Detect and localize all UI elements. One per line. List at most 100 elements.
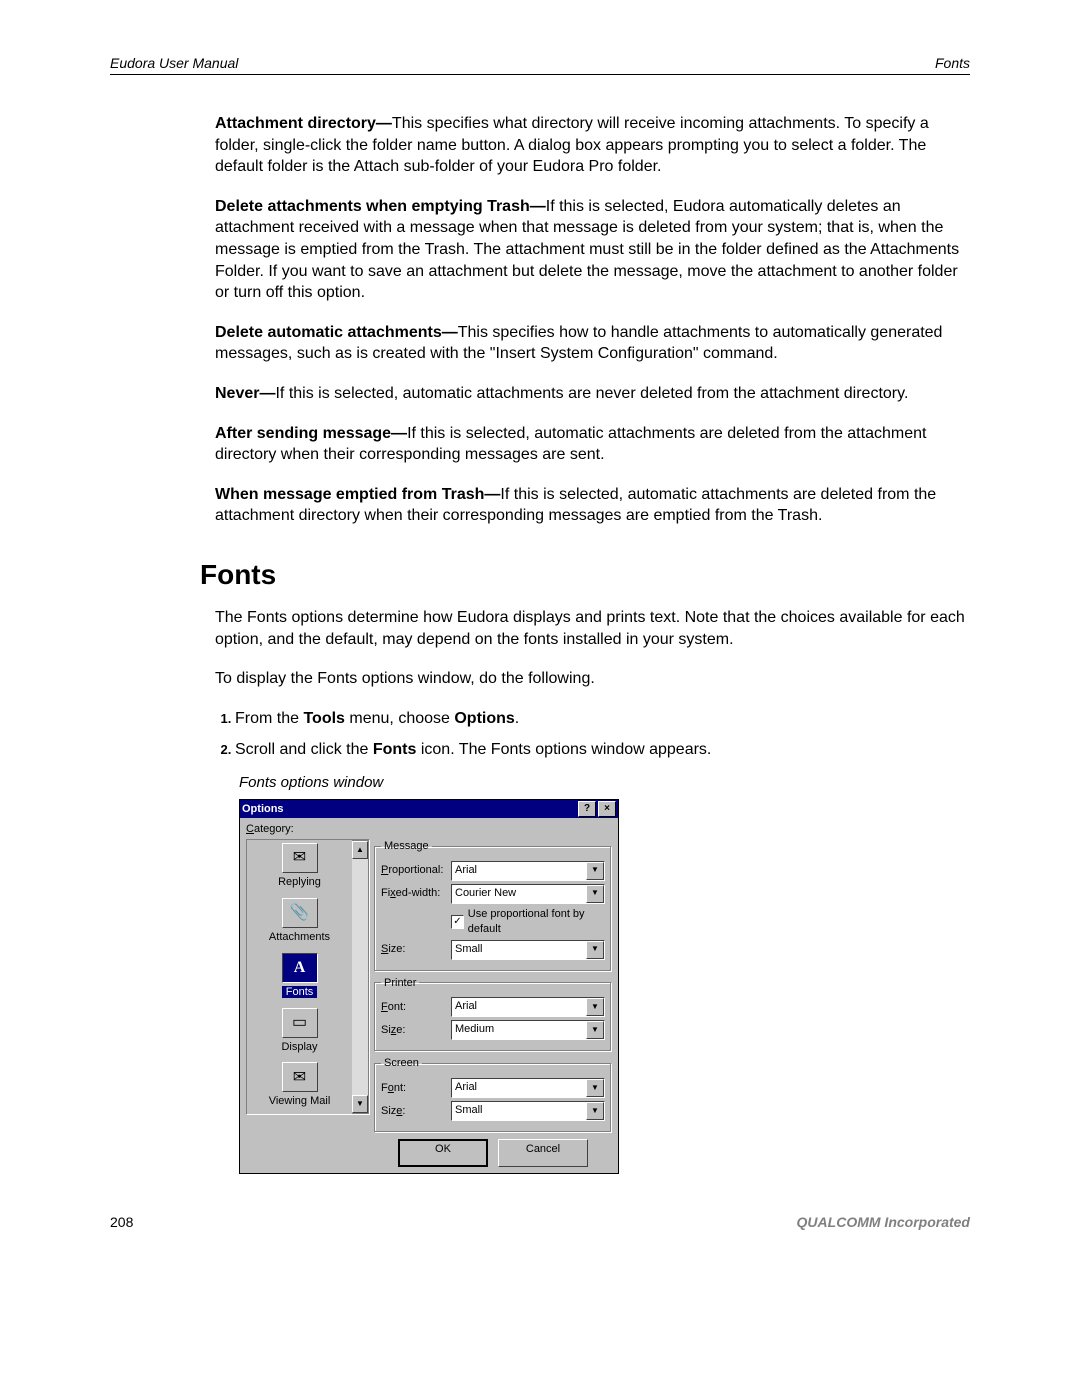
combo-screen-font[interactable]: Arial ▼ [451,1078,605,1098]
step1-b1: Tools [303,710,344,727]
dialog-body: Category: ✉ Replying 📎 Attac [240,818,618,1173]
body-text-block: Attachment directory—This specifies what… [215,113,970,527]
para-delete-auto: Delete automatic attachments—This specif… [215,322,970,365]
close-icon[interactable]: × [598,801,616,817]
scroll-up-icon[interactable]: ▲ [352,841,368,859]
legend-printer: Printer [381,976,419,991]
chevron-down-icon[interactable]: ▼ [586,885,604,903]
dialog-titlebar[interactable]: Options ? × [240,800,618,818]
replying-icon: ✉ [282,843,318,873]
label-screen-font: Font: [381,1081,451,1096]
chevron-down-icon[interactable]: ▼ [586,998,604,1016]
fonts-intro: The Fonts options determine how Eudora d… [215,607,970,650]
chevron-down-icon[interactable]: ▼ [586,1021,604,1039]
cat-replying[interactable]: ✉ Replying [247,840,352,895]
page-number: 208 [110,1214,133,1230]
val-screen-size: Small [452,1102,586,1120]
chevron-down-icon[interactable]: ▼ [586,862,604,880]
attachments-icon: 📎 [282,898,318,928]
para-after-send: After sending message—If this is selecte… [215,423,970,466]
combo-screen-size[interactable]: Small ▼ [451,1101,605,1121]
label-printer-size: Size: [381,1023,451,1038]
combo-msg-size[interactable]: Small ▼ [451,940,605,960]
row-printer-size: Size: Medium ▼ [381,1020,605,1040]
group-printer: Printer Font: Arial ▼ Size: [374,976,612,1053]
para-delete-trash: Delete attachments when emptying Trash—I… [215,196,970,304]
fonts-instruct: To display the Fonts options window, do … [215,668,970,690]
footer-corp: QUALCOMM Incorporated [797,1214,970,1230]
category-list[interactable]: ✉ Replying 📎 Attachments A Fonts [246,839,370,1115]
fonts-icon: A [282,953,318,983]
label-screen-size: Size: [381,1104,451,1119]
label-printer-font: Font: [381,1000,451,1015]
bold-attachment-dir: Attachment directory— [215,115,392,132]
ok-button[interactable]: OK [398,1139,488,1167]
bold-delete-trash: Delete attachments when emptying Trash— [215,198,546,215]
cat-viewing-mail[interactable]: ✉ Viewing Mail [247,1059,352,1114]
para-emptied: When message emptied from Trash—If this … [215,484,970,527]
cat-fonts-label: Fonts [282,986,318,998]
display-icon: ▭ [282,1008,318,1038]
dialog-button-row: OK Cancel [374,1139,612,1167]
label-checkbox-proportional: Use proportional font by default [468,907,605,937]
combo-proportional[interactable]: Arial ▼ [451,861,605,881]
bold-after-send: After sending message— [215,425,407,442]
manual-page: Eudora User Manual Fonts Attachment dire… [0,0,1080,1270]
chevron-down-icon[interactable]: ▼ [586,941,604,959]
cat-display[interactable]: ▭ Display [247,1005,352,1060]
step2-b: Fonts [373,741,417,758]
step1-post: . [515,710,519,727]
chevron-down-icon[interactable]: ▼ [586,1079,604,1097]
row-screen-font: Font: Arial ▼ [381,1078,605,1098]
group-message: Message Proportional: Arial ▼ Fixed-widt… [374,839,612,972]
step1-b2: Options [454,710,514,727]
row-screen-size: Size: Small ▼ [381,1101,605,1121]
text-never: If this is selected, automatic attachmen… [275,385,908,402]
checkbox-proportional[interactable]: ✓ [451,915,464,929]
para-attachment-dir: Attachment directory—This specifies what… [215,113,970,178]
bold-never: Never— [215,385,275,402]
cat-viewing-label: Viewing Mail [269,1095,331,1107]
header-left: Eudora User Manual [110,55,238,71]
step2-post: icon. The Fonts options window appears. [416,741,711,758]
step-2: Scroll and click the Fonts icon. The Fon… [235,739,970,761]
category-column: ✉ Replying 📎 Attachments A Fonts [246,839,368,1167]
options-dialog: Options ? × Category: ✉ Replying [239,799,619,1174]
dialog-main: ✉ Replying 📎 Attachments A Fonts [246,839,612,1167]
bold-emptied: When message emptied from Trash— [215,486,500,503]
combo-fixed[interactable]: Courier New ▼ [451,884,605,904]
label-proportional: Proportional: [381,863,451,878]
chevron-down-icon[interactable]: ▼ [586,1102,604,1120]
steps-list: From the Tools menu, choose Options. Scr… [215,708,970,761]
label-fixed: Fixed-width: [381,886,451,901]
category-scrollbar[interactable]: ▲ ▼ [352,840,369,1114]
fonts-section: The Fonts options determine how Eudora d… [215,607,970,1174]
val-msg-size: Small [452,941,586,959]
category-label: Category: [246,822,612,837]
val-fixed: Courier New [452,885,586,903]
row-checkbox-proportional[interactable]: ✓ Use proportional font by default [451,907,605,937]
para-never: Never—If this is selected, automatic att… [215,383,970,405]
combo-printer-size[interactable]: Medium ▼ [451,1020,605,1040]
val-screen-font: Arial [452,1079,586,1097]
cat-fonts[interactable]: A Fonts [247,950,352,1005]
step1-pre: From the [235,710,303,727]
cat-attachments-label: Attachments [269,931,330,943]
val-printer-font: Arial [452,998,586,1016]
combo-printer-font[interactable]: Arial ▼ [451,997,605,1017]
section-heading-fonts: Fonts [200,559,970,591]
cat-replying-label: Replying [278,876,321,888]
row-printer-font: Font: Arial ▼ [381,997,605,1017]
legend-message: Message [381,839,432,854]
cat-attachments[interactable]: 📎 Attachments [247,895,352,950]
figure-caption: Fonts options window [239,773,970,793]
page-header: Eudora User Manual Fonts [110,55,970,75]
help-icon[interactable]: ? [578,801,596,817]
dialog-title: Options [242,802,284,817]
scroll-track[interactable] [352,859,368,1095]
val-printer-size: Medium [452,1021,586,1039]
row-proportional: Proportional: Arial ▼ [381,861,605,881]
cancel-button[interactable]: Cancel [498,1139,588,1167]
scroll-down-icon[interactable]: ▼ [352,1095,368,1113]
bold-delete-auto: Delete automatic attachments— [215,324,458,341]
